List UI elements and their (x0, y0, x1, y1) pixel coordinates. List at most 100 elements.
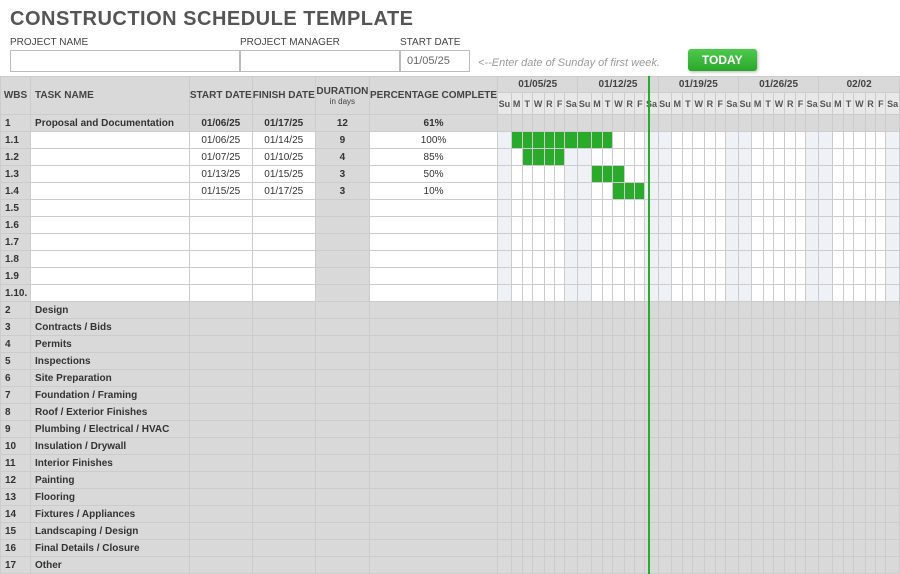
gantt-cell[interactable] (591, 234, 602, 251)
gantt-cell[interactable] (658, 234, 672, 251)
gantt-cell[interactable] (843, 217, 853, 234)
gantt-cell[interactable] (544, 506, 555, 523)
gantt-cell[interactable] (785, 506, 796, 523)
gantt-cell[interactable] (635, 489, 645, 506)
wbs-cell[interactable]: 1.10. (1, 285, 31, 302)
gantt-cell[interactable] (683, 404, 693, 421)
gantt-cell[interactable] (603, 472, 613, 489)
gantt-cell[interactable] (658, 166, 672, 183)
gantt-cell[interactable] (498, 200, 512, 217)
wbs-cell[interactable]: 7 (1, 387, 31, 404)
pct-cell[interactable] (370, 353, 498, 370)
gantt-cell[interactable] (672, 370, 683, 387)
gantt-cell[interactable] (705, 200, 716, 217)
gantt-cell[interactable] (603, 421, 613, 438)
pct-cell[interactable] (370, 302, 498, 319)
gantt-cell[interactable] (522, 455, 532, 472)
gantt-cell[interactable] (763, 132, 773, 149)
gantt-cell[interactable] (832, 455, 843, 472)
gantt-cell[interactable] (819, 421, 833, 438)
gantt-cell[interactable] (752, 115, 763, 132)
gantt-cell[interactable] (672, 336, 683, 353)
gantt-cell[interactable] (806, 319, 819, 336)
gantt-cell[interactable] (806, 540, 819, 557)
gantt-table[interactable]: WBSTASK NAMESTART DATEFINISH DATEDURATIO… (0, 76, 900, 574)
dur-cell[interactable] (315, 489, 369, 506)
gantt-cell[interactable] (498, 285, 512, 302)
gantt-cell[interactable] (511, 489, 522, 506)
gantt-cell[interactable] (785, 217, 796, 234)
wbs-cell[interactable]: 16 (1, 540, 31, 557)
gantt-cell[interactable] (522, 183, 532, 200)
gantt-cell[interactable] (773, 472, 785, 489)
gantt-cell[interactable] (555, 268, 565, 285)
gantt-cell[interactable] (522, 268, 532, 285)
gantt-cell[interactable] (853, 387, 865, 404)
gantt-cell[interactable] (565, 200, 578, 217)
gantt-cell[interactable] (886, 217, 900, 234)
gantt-cell[interactable] (725, 166, 738, 183)
dur-cell[interactable] (315, 540, 369, 557)
gantt-cell[interactable] (773, 285, 785, 302)
dur-cell[interactable] (315, 455, 369, 472)
gantt-cell[interactable] (752, 166, 763, 183)
gantt-cell[interactable] (511, 523, 522, 540)
gantt-cell[interactable] (796, 387, 806, 404)
gantt-cell[interactable] (645, 353, 658, 370)
gantt-cell[interactable] (565, 336, 578, 353)
gantt-cell[interactable] (725, 149, 738, 166)
gantt-cell[interactable] (763, 200, 773, 217)
gantt-cell[interactable] (886, 166, 900, 183)
gantt-cell[interactable] (591, 183, 602, 200)
gantt-cell[interactable] (853, 370, 865, 387)
gantt-cell[interactable] (865, 540, 876, 557)
gantt-cell[interactable] (853, 285, 865, 302)
gantt-cell[interactable] (658, 540, 672, 557)
gantt-cell[interactable] (635, 387, 645, 404)
gantt-cell[interactable] (693, 387, 705, 404)
gantt-cell[interactable] (555, 200, 565, 217)
gantt-cell[interactable] (613, 132, 625, 149)
gantt-cell[interactable] (806, 370, 819, 387)
gantt-cell[interactable] (603, 268, 613, 285)
gantt-cell[interactable] (738, 268, 752, 285)
finish-cell[interactable] (252, 302, 315, 319)
gantt-cell[interactable] (683, 489, 693, 506)
gantt-cell[interactable] (725, 489, 738, 506)
gantt-cell[interactable] (565, 353, 578, 370)
gantt-cell[interactable] (785, 302, 796, 319)
gantt-cell[interactable] (876, 540, 886, 557)
gantt-cell[interactable] (806, 217, 819, 234)
gantt-cell[interactable] (498, 251, 512, 268)
gantt-cell[interactable] (672, 132, 683, 149)
gantt-cell[interactable] (645, 166, 658, 183)
project-manager-input[interactable] (240, 50, 400, 72)
gantt-cell[interactable] (511, 455, 522, 472)
gantt-cell[interactable] (763, 489, 773, 506)
gantt-cell[interactable] (522, 506, 532, 523)
gantt-cell[interactable] (796, 166, 806, 183)
gantt-cell[interactable] (624, 489, 635, 506)
gantt-cell[interactable] (511, 149, 522, 166)
gantt-cell[interactable] (806, 557, 819, 574)
gantt-cell[interactable] (843, 234, 853, 251)
gantt-cell[interactable] (886, 115, 900, 132)
gantt-cell[interactable] (672, 557, 683, 574)
gantt-cell[interactable] (705, 353, 716, 370)
gantt-cell[interactable] (843, 132, 853, 149)
gantt-cell[interactable] (876, 234, 886, 251)
gantt-cell[interactable] (773, 319, 785, 336)
task-cell[interactable] (31, 149, 190, 166)
gantt-cell[interactable] (683, 353, 693, 370)
dur-cell[interactable] (315, 404, 369, 421)
gantt-cell[interactable] (693, 421, 705, 438)
gantt-cell[interactable] (843, 472, 853, 489)
pct-cell[interactable] (370, 421, 498, 438)
gantt-cell[interactable] (613, 455, 625, 472)
finish-cell[interactable] (252, 285, 315, 302)
gantt-cell[interactable] (555, 370, 565, 387)
gantt-cell[interactable] (832, 149, 843, 166)
gantt-cell[interactable] (806, 489, 819, 506)
finish-cell[interactable] (252, 404, 315, 421)
gantt-cell[interactable] (832, 217, 843, 234)
